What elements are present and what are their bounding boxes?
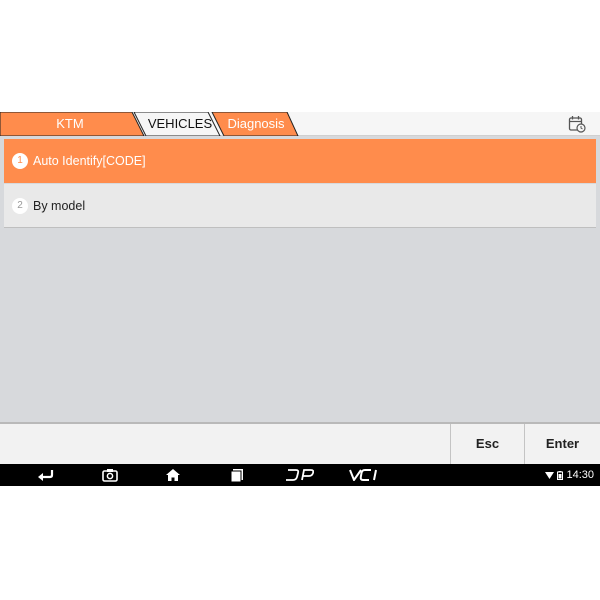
menu-item-label: Auto Identify[CODE] — [33, 154, 146, 168]
camera-icon[interactable] — [100, 466, 120, 484]
dp-logo-icon[interactable] — [285, 466, 315, 484]
android-nav-bar: 14:30 — [0, 464, 600, 486]
status-time: 14:30 — [566, 469, 594, 481]
breadcrumb-item-ktm[interactable]: KTM — [0, 112, 140, 136]
vci-logo-icon[interactable] — [348, 466, 382, 484]
status-area: 14:30 — [545, 464, 594, 486]
menu-list: 1 Auto Identify[CODE] 2 By model — [4, 139, 596, 229]
breadcrumb-item-diagnosis[interactable]: Diagnosis — [220, 112, 292, 136]
bottom-toolbar: Esc Enter — [0, 422, 600, 464]
menu-item-by-model[interactable]: 2 By model — [4, 184, 596, 228]
item-number-badge: 1 — [12, 153, 28, 169]
breadcrumb: KTM VEHICLES Diagnosis — [0, 112, 600, 136]
breadcrumb-item-vehicles[interactable]: VEHICLES — [142, 112, 218, 136]
app-screen: KTM VEHICLES Diagnosis 1 Auto Identify[C… — [0, 112, 600, 486]
esc-button[interactable]: Esc — [450, 424, 524, 464]
item-number-badge: 2 — [12, 197, 28, 214]
menu-item-auto-identify[interactable]: 1 Auto Identify[CODE] — [4, 139, 596, 183]
battery-icon — [557, 470, 564, 480]
calendar-clock-icon[interactable] — [568, 115, 586, 133]
recent-apps-icon[interactable] — [227, 466, 247, 484]
enter-button[interactable]: Enter — [524, 424, 600, 464]
menu-item-label: By model — [33, 198, 86, 213]
home-icon[interactable] — [163, 466, 183, 484]
wifi-icon — [545, 472, 555, 479]
back-icon[interactable] — [36, 466, 56, 484]
